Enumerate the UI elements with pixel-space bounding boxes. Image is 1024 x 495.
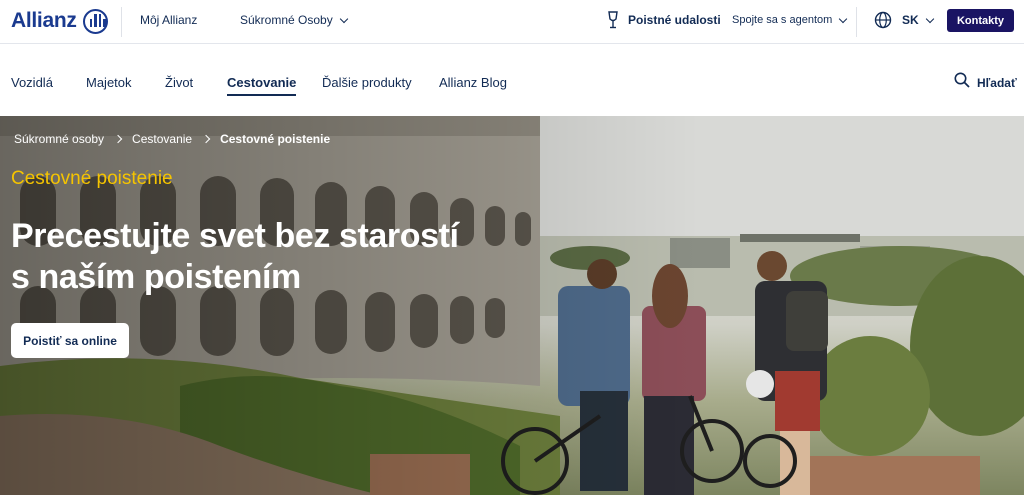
top-bar: Allianz Môj Allianz Súkromné Osoby Poist…	[0, 0, 1024, 44]
divider	[121, 7, 122, 37]
nav-item-dalsie-produkty[interactable]: Ďalšie produkty	[322, 75, 412, 90]
segment-label: Súkromné Osoby	[240, 13, 333, 27]
search-label: Hľadať	[977, 75, 1017, 90]
agent-label: Spojte sa s agentom	[732, 14, 833, 26]
buy-online-button[interactable]: Poistiť sa online	[11, 323, 129, 358]
language-label: SK	[902, 13, 919, 27]
hero-eyebrow: Cestovné poistenie	[11, 168, 173, 189]
my-allianz-link[interactable]: Môj Allianz	[140, 13, 197, 27]
nav-item-cestovanie[interactable]: Cestovanie	[227, 75, 297, 96]
search-icon	[954, 72, 970, 93]
hero-headline-line-2: s naším poistením	[11, 258, 301, 296]
language-dropdown[interactable]: SK	[874, 11, 934, 29]
hero-headline-line-1: Precestujte svet bez starostí	[11, 217, 459, 255]
claims-label: Poistné udalosti	[628, 13, 721, 27]
breadcrumb: Súkromné osoby Cestovanie Cestovné poist…	[14, 132, 330, 146]
chevron-down-icon	[925, 14, 934, 23]
main-nav: Vozidlá Majetok Život Cestovanie Ďalšie …	[0, 44, 1024, 116]
allianz-logo-icon	[82, 8, 108, 34]
claims-link[interactable]: Poistné udalosti	[607, 11, 721, 29]
hero-headline: Precestujte svet bez starostí s naším po…	[11, 216, 571, 298]
chevron-down-icon	[339, 14, 348, 23]
chevron-right-icon	[113, 134, 123, 144]
nav-item-majetok[interactable]: Majetok	[86, 75, 132, 90]
hero-banner: Súkromné osoby Cestovanie Cestovné poist…	[0, 116, 1024, 495]
breadcrumb-item-cestovanie[interactable]: Cestovanie	[132, 132, 192, 146]
segment-dropdown[interactable]: Súkromné Osoby	[240, 13, 348, 27]
search-button[interactable]: Hľadať	[954, 72, 1017, 93]
claims-glass-icon	[607, 11, 619, 29]
divider	[856, 7, 857, 37]
contacts-button[interactable]: Kontakty	[947, 9, 1014, 32]
breadcrumb-item-current: Cestovné poistenie	[220, 132, 331, 146]
nav-item-allianz-blog[interactable]: Allianz Blog	[439, 75, 507, 90]
nav-item-zivot[interactable]: Život	[165, 75, 193, 90]
chevron-down-icon	[839, 14, 848, 23]
nav-item-vozidla[interactable]: Vozidlá	[11, 75, 53, 90]
breadcrumb-item-sukromne-osoby[interactable]: Súkromné osoby	[14, 132, 104, 146]
chevron-right-icon	[201, 134, 211, 144]
allianz-logo[interactable]: Allianz	[11, 8, 108, 34]
agent-dropdown[interactable]: Spojte sa s agentom	[732, 14, 848, 26]
globe-icon	[874, 11, 892, 29]
logo-text: Allianz	[11, 9, 77, 32]
